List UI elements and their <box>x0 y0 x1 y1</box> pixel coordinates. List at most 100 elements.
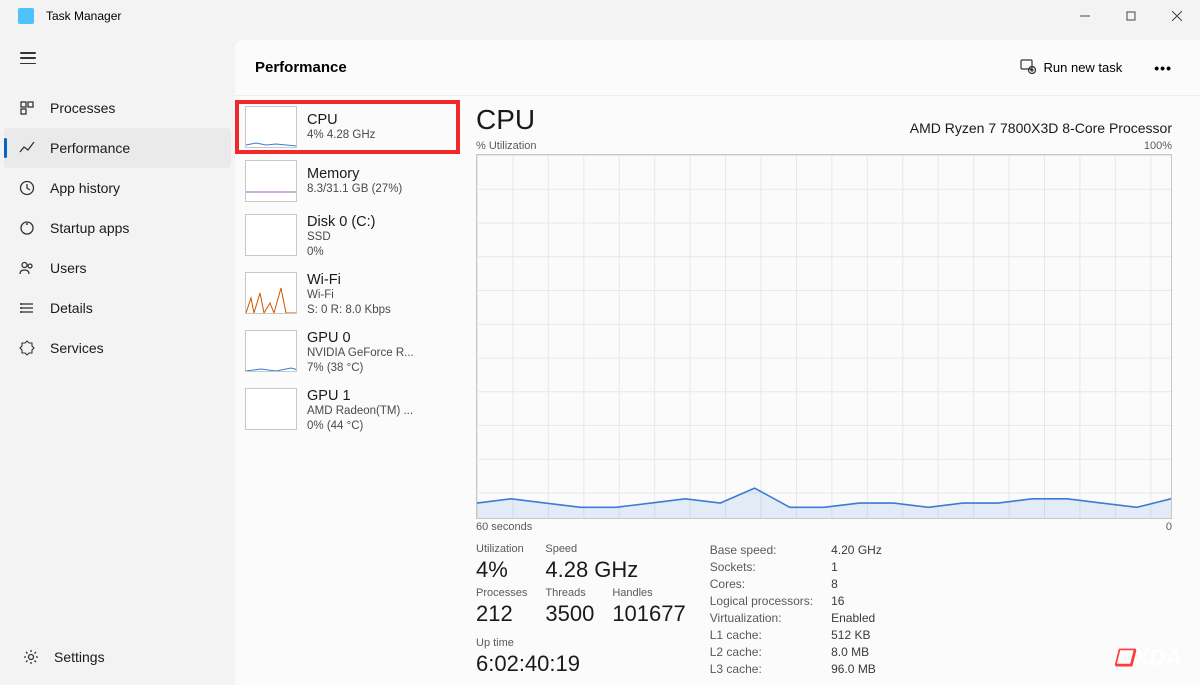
perf-item-sub2: 7% (38 °C) <box>307 361 414 376</box>
perf-item-gpu1[interactable]: GPU 1 AMD Radeon(TM) ... 0% (44 °C) <box>235 382 460 440</box>
spec-logical-val: 16 <box>831 594 882 609</box>
gpu0-thumb <box>245 330 297 372</box>
titlebar: Task Manager <box>0 0 1200 32</box>
app-icon <box>18 8 34 24</box>
sidebar: Processes Performance App history Startu… <box>0 32 235 685</box>
hamburger-button[interactable] <box>8 40 48 76</box>
spec-virt-key: Virtualization: <box>710 611 813 626</box>
nav-label: Details <box>50 300 93 316</box>
stat-processes-value: 212 <box>476 601 527 627</box>
spec-l2-key: L2 cache: <box>710 645 813 660</box>
stat-speed-value: 4.28 GHz <box>545 557 685 583</box>
watermark: ❑XDA <box>1114 645 1182 671</box>
cpu-panel: CPU AMD Ryzen 7 7800X3D 8-Core Processor… <box>460 96 1200 685</box>
nav-label: Processes <box>50 100 115 116</box>
performance-icon <box>18 139 36 157</box>
nav-users[interactable]: Users <box>4 248 231 288</box>
nav-app-history[interactable]: App history <box>4 168 231 208</box>
users-icon <box>18 259 36 277</box>
spec-l1-key: L1 cache: <box>710 628 813 643</box>
spec-l3-val: 96.0 MB <box>831 662 882 677</box>
nav-label: Settings <box>54 649 105 665</box>
memory-thumb <box>245 160 297 202</box>
nav-label: Performance <box>50 140 130 156</box>
perf-item-wifi[interactable]: Wi-Fi Wi-Fi S: 0 R: 8.0 Kbps <box>235 266 460 324</box>
nav-performance[interactable]: Performance <box>4 128 231 168</box>
history-icon <box>18 179 36 197</box>
spec-l3-key: L3 cache: <box>710 662 813 677</box>
perf-item-name: CPU <box>307 112 375 128</box>
page-title: Performance <box>255 59 347 76</box>
chart-label-bottom-left: 60 seconds <box>476 521 532 533</box>
perf-item-sub: AMD Radeon(TM) ... <box>307 404 413 419</box>
spec-l2-val: 8.0 MB <box>831 645 882 660</box>
wifi-thumb <box>245 272 297 314</box>
perf-item-name: GPU 1 <box>307 388 413 404</box>
chart-label-top-right: 100% <box>1144 140 1172 152</box>
cpu-thumb <box>245 106 297 148</box>
gpu1-thumb <box>245 388 297 430</box>
performance-list: CPU 4% 4.28 GHz Memory 8.3/31.1 GB (27%)… <box>235 96 460 685</box>
stat-threads-label: Threads <box>545 587 594 599</box>
details-icon <box>18 299 36 317</box>
gear-icon <box>22 648 40 666</box>
perf-item-sub: 4% 4.28 GHz <box>307 128 375 143</box>
nav-processes[interactable]: Processes <box>4 88 231 128</box>
run-task-label: Run new task <box>1044 60 1123 75</box>
spec-virt-val: Enabled <box>831 611 882 626</box>
perf-item-sub: SSD <box>307 230 375 245</box>
perf-item-sub: Wi-Fi <box>307 288 391 303</box>
perf-item-cpu[interactable]: CPU 4% 4.28 GHz <box>235 100 460 154</box>
cpu-specs-table: Base speed: 4.20 GHz Sockets: 1 Cores: 8 Lo… <box>710 543 882 677</box>
spec-basespeed-key: Base speed: <box>710 543 813 558</box>
spec-logical-key: Logical processors: <box>710 594 813 609</box>
stat-uptime-label: Up time <box>476 637 686 649</box>
nav-label: Users <box>50 260 87 276</box>
services-icon <box>18 339 36 357</box>
perf-item-name: Wi-Fi <box>307 272 391 288</box>
nav-settings[interactable]: Settings <box>8 637 235 677</box>
nav-services[interactable]: Services <box>4 328 231 368</box>
nav-label: App history <box>50 180 120 196</box>
startup-icon <box>18 219 36 237</box>
nav-startup-apps[interactable]: Startup apps <box>4 208 231 248</box>
perf-item-gpu0[interactable]: GPU 0 NVIDIA GeForce R... 7% (38 °C) <box>235 324 460 382</box>
stat-speed-label: Speed <box>545 543 685 555</box>
chart-label-top-left: % Utilization <box>476 140 537 152</box>
spec-basespeed-val: 4.20 GHz <box>831 543 882 558</box>
spec-cores-val: 8 <box>831 577 882 592</box>
stat-uptime-value: 6:02:40:19 <box>476 651 686 677</box>
more-options-button[interactable]: ••• <box>1146 52 1180 84</box>
window-title: Task Manager <box>46 9 121 23</box>
perf-item-memory[interactable]: Memory 8.3/31.1 GB (27%) <box>235 154 460 208</box>
perf-item-sub2: 0% (44 °C) <box>307 419 413 434</box>
stat-threads-value: 3500 <box>545 601 594 627</box>
spec-l1-val: 512 KB <box>831 628 882 643</box>
perf-item-sub2: S: 0 R: 8.0 Kbps <box>307 303 391 318</box>
nav-label: Startup apps <box>50 220 129 236</box>
nav-details[interactable]: Details <box>4 288 231 328</box>
processes-icon <box>18 99 36 117</box>
perf-item-name: Memory <box>307 166 402 182</box>
run-new-task-button[interactable]: Run new task <box>1008 52 1135 83</box>
cpu-chart <box>476 154 1172 519</box>
panel-title: CPU <box>476 104 535 136</box>
spec-sockets-val: 1 <box>831 560 882 575</box>
main-header: Performance Run new task ••• <box>235 40 1200 96</box>
nav-label: Services <box>50 340 104 356</box>
run-task-icon <box>1020 58 1036 77</box>
perf-item-sub: 8.3/31.1 GB (27%) <box>307 182 402 197</box>
perf-item-name: Disk 0 (C:) <box>307 214 375 230</box>
perf-item-name: GPU 0 <box>307 330 414 346</box>
perf-item-disk[interactable]: Disk 0 (C:) SSD 0% <box>235 208 460 266</box>
stat-handles-label: Handles <box>612 587 685 599</box>
spec-cores-key: Cores: <box>710 577 813 592</box>
stat-handles-value: 101677 <box>612 601 685 627</box>
processor-name: AMD Ryzen 7 7800X3D 8-Core Processor <box>910 120 1172 136</box>
minimize-button[interactable] <box>1062 0 1108 32</box>
close-button[interactable] <box>1154 0 1200 32</box>
stat-processes-label: Processes <box>476 587 527 599</box>
maximize-button[interactable] <box>1108 0 1154 32</box>
stat-utilization-value: 4% <box>476 557 527 583</box>
spec-sockets-key: Sockets: <box>710 560 813 575</box>
